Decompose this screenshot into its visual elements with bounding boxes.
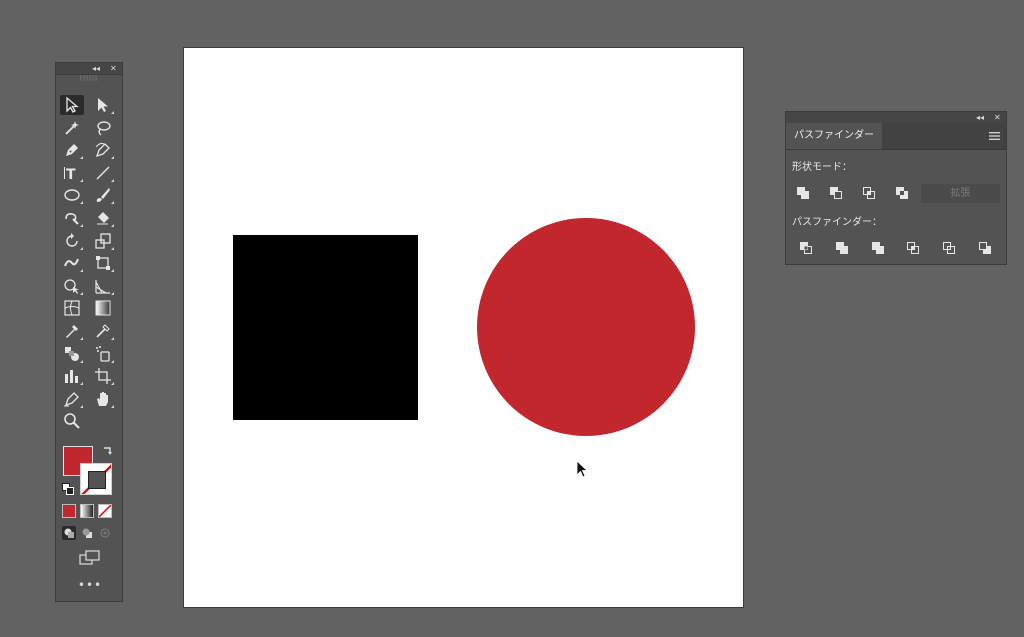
shape-modes-label: 形状モード： bbox=[792, 162, 852, 173]
draw-inside-icon[interactable] bbox=[98, 526, 112, 540]
close-icon[interactable]: ✕ bbox=[110, 63, 117, 74]
trim-button[interactable] bbox=[833, 239, 851, 257]
curvature-tool-icon[interactable] bbox=[91, 140, 115, 160]
divide-button[interactable] bbox=[797, 239, 815, 257]
unite-icon bbox=[797, 187, 809, 199]
exclude-icon bbox=[896, 187, 908, 199]
warp-tool-icon[interactable] bbox=[60, 253, 84, 273]
ellipse-tool-icon[interactable] bbox=[60, 185, 84, 205]
tools-panel-header[interactable]: ◂◂ ✕ bbox=[56, 63, 122, 75]
color-mode-button[interactable] bbox=[62, 504, 76, 518]
red-circle[interactable] bbox=[477, 218, 695, 436]
eraser-tool-icon[interactable] bbox=[91, 208, 115, 228]
none-mode-slash-icon bbox=[99, 505, 111, 517]
more-tools-icon[interactable]: ••• bbox=[56, 579, 124, 591]
rotate-tool-icon[interactable] bbox=[60, 231, 84, 251]
measure-tool-icon[interactable] bbox=[91, 321, 115, 341]
eyedropper-tool-icon[interactable] bbox=[60, 321, 84, 341]
minus-back-button[interactable] bbox=[976, 239, 994, 257]
panel-menu-icon[interactable] bbox=[989, 131, 1000, 141]
swap-fill-stroke-icon[interactable] bbox=[102, 445, 114, 457]
outline-icon bbox=[943, 242, 955, 254]
color-mode-row bbox=[62, 504, 118, 520]
pathfinders-label: パスファインダー： bbox=[792, 217, 882, 228]
minus-back-icon bbox=[979, 242, 991, 254]
trim-icon bbox=[836, 242, 848, 254]
lasso-tool-icon[interactable] bbox=[91, 118, 115, 138]
perspective-grid-tool-icon[interactable] bbox=[91, 276, 115, 296]
intersect-button[interactable] bbox=[860, 184, 878, 202]
unite-button[interactable] bbox=[794, 184, 812, 202]
black-rectangle[interactable] bbox=[233, 235, 418, 420]
hand-tool-icon[interactable] bbox=[91, 389, 115, 409]
mouse-cursor-icon bbox=[576, 460, 589, 478]
stroke-color-swatch[interactable] bbox=[80, 463, 112, 495]
exclude-button[interactable] bbox=[893, 184, 911, 202]
gradient-tool-icon[interactable] bbox=[91, 298, 115, 318]
symbol-sprayer-tool-icon[interactable] bbox=[91, 344, 115, 364]
pathfinder-tabbar: パスファインダー bbox=[786, 123, 1006, 150]
expand-button[interactable]: 拡張 bbox=[921, 184, 1000, 203]
svg-text:T: T bbox=[66, 167, 76, 182]
screen-mode-icon[interactable] bbox=[79, 550, 101, 566]
minus-front-icon bbox=[830, 187, 842, 199]
panel-collapse-icon[interactable]: ◂◂ bbox=[976, 112, 984, 123]
pathfinder-panel-header[interactable]: ◂◂ ✕ bbox=[786, 112, 1006, 123]
blend-tool-icon[interactable] bbox=[60, 344, 84, 364]
stroke-inner bbox=[88, 471, 106, 489]
merge-icon bbox=[872, 242, 884, 254]
paintbrush-tool-icon[interactable] bbox=[91, 185, 115, 205]
artboard[interactable] bbox=[183, 47, 744, 608]
mesh-tool-icon[interactable] bbox=[60, 298, 84, 318]
pen-tool-icon[interactable] bbox=[60, 140, 84, 160]
gradient-mode-button[interactable] bbox=[80, 504, 94, 518]
shape-builder-tool-icon[interactable] bbox=[60, 276, 84, 296]
free-transform-tool-icon[interactable] bbox=[91, 253, 115, 273]
shaper-tool-icon[interactable] bbox=[60, 208, 84, 228]
draw-mode-row bbox=[62, 526, 118, 542]
merge-button[interactable] bbox=[869, 239, 887, 257]
collapse-icon[interactable]: ◂◂ bbox=[92, 63, 100, 74]
type-tool-icon[interactable]: T bbox=[60, 163, 84, 183]
magic-wand-tool-icon[interactable] bbox=[60, 118, 84, 138]
tools-panel: ◂◂ ✕ |||||| T ••• bbox=[55, 62, 123, 602]
divide-icon bbox=[800, 242, 812, 254]
minus-front-button[interactable] bbox=[827, 184, 845, 202]
pathfinder-panel: ◂◂ ✕ パスファインダー 形状モード： 拡張 パスファインダー： bbox=[785, 111, 1007, 265]
scale-tool-icon[interactable] bbox=[91, 231, 115, 251]
slice-tool-icon[interactable] bbox=[60, 389, 84, 409]
zoom-tool-icon[interactable] bbox=[60, 411, 84, 431]
tab-pathfinder[interactable]: パスファインダー bbox=[786, 123, 882, 149]
grip-icon[interactable]: |||||| bbox=[56, 75, 122, 83]
column-graph-tool-icon[interactable] bbox=[60, 366, 84, 386]
direct-selection-tool-icon[interactable] bbox=[91, 95, 115, 115]
crop-icon bbox=[907, 242, 919, 254]
default-fill-stroke-icon[interactable] bbox=[62, 483, 74, 495]
draw-behind-icon[interactable] bbox=[80, 526, 94, 540]
intersect-icon bbox=[863, 187, 875, 199]
outline-button[interactable] bbox=[940, 239, 958, 257]
crop-button[interactable] bbox=[904, 239, 922, 257]
none-mode-button[interactable] bbox=[98, 504, 112, 518]
artboard-tool-icon[interactable] bbox=[91, 366, 115, 386]
line-segment-tool-icon[interactable] bbox=[91, 163, 115, 183]
selection-tool-icon[interactable] bbox=[60, 95, 84, 115]
panel-close-icon[interactable]: ✕ bbox=[994, 112, 1001, 123]
draw-normal-icon[interactable] bbox=[62, 526, 76, 540]
